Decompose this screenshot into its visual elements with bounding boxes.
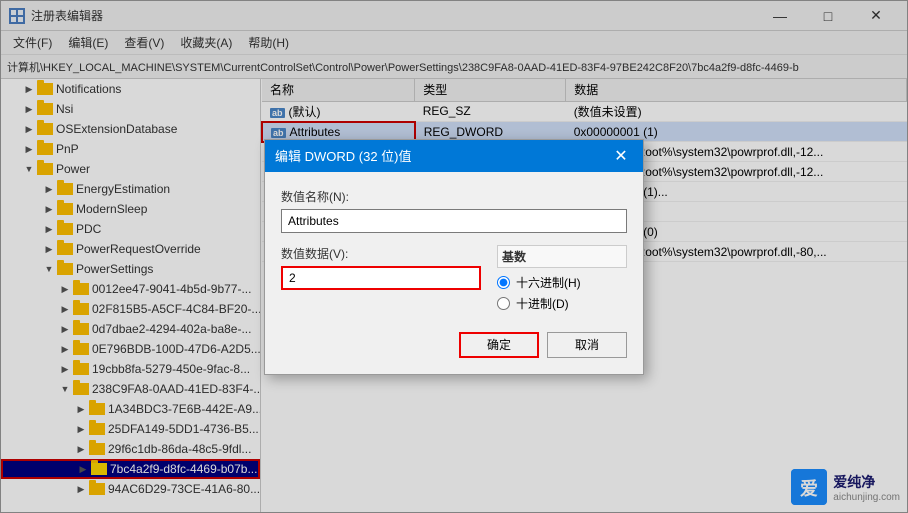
- base-title: 基数: [497, 245, 627, 268]
- ok-button[interactable]: 确定: [459, 332, 539, 358]
- dialog-title-bar: 编辑 DWORD (32 位)值 ✕: [265, 140, 643, 172]
- radio-dec-label: 十进制(D): [516, 295, 569, 312]
- value-section: 数值数据(V):: [281, 245, 481, 302]
- dialog-title: 编辑 DWORD (32 位)值: [275, 146, 609, 165]
- value-label: 数值数据(V):: [281, 245, 481, 262]
- radio-dec[interactable]: 十进制(D): [497, 295, 627, 312]
- dialog-close-button[interactable]: ✕: [609, 144, 633, 168]
- cancel-button[interactable]: 取消: [547, 332, 627, 358]
- radio-hex-label: 十六进制(H): [516, 274, 581, 291]
- base-section: 基数 十六进制(H) 十进制(D): [497, 245, 627, 316]
- dialog-overlay: 编辑 DWORD (32 位)值 ✕ 数值名称(N): 数值数据(V): 基数 …: [0, 0, 908, 513]
- value-base-row: 数值数据(V): 基数 十六进制(H) 十进制(D): [281, 245, 627, 316]
- dialog-body: 数值名称(N): 数值数据(V): 基数 十六进制(H) 十进制(D): [265, 172, 643, 374]
- radio-dec-input[interactable]: [497, 297, 510, 310]
- dialog-buttons: 确定 取消: [281, 332, 627, 358]
- radio-hex[interactable]: 十六进制(H): [497, 274, 627, 291]
- radio-hex-input[interactable]: [497, 276, 510, 289]
- value-input[interactable]: [281, 266, 481, 290]
- edit-dword-dialog: 编辑 DWORD (32 位)值 ✕ 数值名称(N): 数值数据(V): 基数 …: [264, 139, 644, 375]
- name-label: 数值名称(N):: [281, 188, 627, 205]
- name-input[interactable]: [281, 209, 627, 233]
